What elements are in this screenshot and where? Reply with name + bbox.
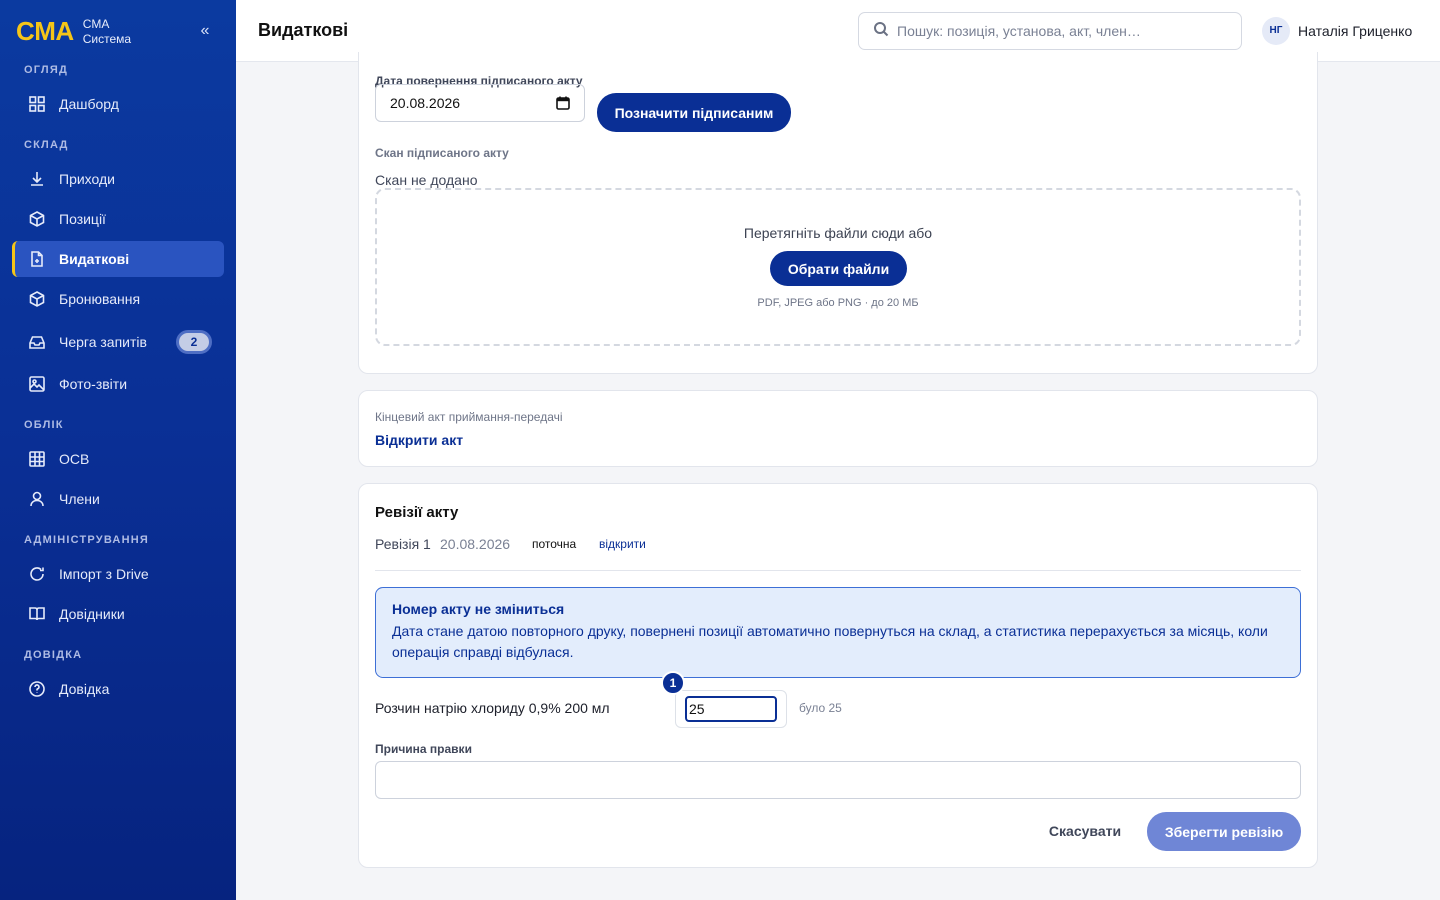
sidebar-item-label: Позиції bbox=[59, 211, 106, 227]
sidebar-item-osv[interactable]: ОСВ bbox=[12, 441, 224, 477]
page-title: Видаткові bbox=[258, 20, 349, 40]
signed-act-card: Дата повернення підписаного акту 20.08.2… bbox=[358, 52, 1318, 374]
reason-label: Причина правки bbox=[375, 742, 472, 756]
refresh-icon bbox=[28, 565, 46, 583]
return-date-input[interactable]: 20.08.2026 bbox=[375, 84, 585, 122]
brand-line-2: Система bbox=[82, 31, 132, 46]
search-input[interactable] bbox=[897, 23, 1227, 39]
sidebar-item-receipts[interactable]: Приходи bbox=[12, 161, 224, 197]
mark-signed-button[interactable]: Позначити підписаним bbox=[597, 93, 791, 132]
sidebar-item-expense[interactable]: Видаткові bbox=[12, 241, 224, 277]
brand-line-1: CMA bbox=[82, 16, 110, 31]
revision-status: поточна bbox=[532, 537, 577, 551]
search-icon bbox=[873, 21, 889, 42]
sidebar: CMA CMA Система « ОГЛЯД Дашборд СКЛАД Пр… bbox=[0, 0, 236, 900]
sidebar-item-booking[interactable]: Бронювання bbox=[12, 281, 224, 317]
sidebar-item-label: ОСВ bbox=[59, 451, 90, 467]
dropzone-text: Перетягніть файли сюди або bbox=[743, 225, 933, 241]
revision-name: Ревізія 1 bbox=[375, 536, 431, 552]
final-act-label: Кінцевий акт приймання-передачі bbox=[375, 410, 563, 424]
cancel-button[interactable]: Скасувати bbox=[1035, 812, 1135, 850]
document-icon bbox=[28, 250, 46, 268]
sidebar-item-positions[interactable]: Позиції bbox=[12, 201, 224, 237]
table-icon bbox=[28, 450, 46, 468]
box-icon bbox=[28, 210, 46, 228]
section-label-accounting: ОБЛІК bbox=[24, 419, 64, 431]
sidebar-item-directories[interactable]: Довідники bbox=[12, 596, 224, 632]
user-name: Наталія Гриценко bbox=[1298, 23, 1413, 39]
user-icon bbox=[28, 490, 46, 508]
download-icon bbox=[28, 170, 46, 188]
book-icon bbox=[28, 605, 46, 623]
image-icon bbox=[28, 375, 46, 393]
section-label-warehouse: СКЛАД bbox=[24, 139, 69, 151]
section-label-overview: ОГЛЯД bbox=[24, 64, 68, 76]
sidebar-item-request-queue[interactable]: Черга запитів 2 bbox=[12, 324, 224, 360]
scan-status: Скан не додано bbox=[375, 172, 478, 188]
item-name: Розчин натрію хлориду 0,9% 200 мл bbox=[375, 700, 610, 716]
info-notice: Номер акту не зміниться Дата стане датою… bbox=[375, 587, 1301, 678]
open-act-link[interactable]: Відкрити акт bbox=[375, 432, 463, 448]
dropzone-hint: PDF, JPEG або PNG · до 20 МБ bbox=[757, 297, 919, 309]
brand-logo: CMA bbox=[16, 16, 74, 46]
reason-input[interactable] bbox=[375, 761, 1301, 799]
brand[interactable]: CMA CMA Система bbox=[16, 16, 131, 47]
queue-count-badge: 2 bbox=[176, 330, 212, 354]
collapse-sidebar-button[interactable]: « bbox=[196, 22, 214, 40]
open-revision-link[interactable]: відкрити bbox=[599, 537, 646, 551]
sidebar-item-label: Імпорт з Drive bbox=[59, 566, 149, 582]
quantity-field-wrapper bbox=[675, 690, 787, 728]
sidebar-item-label: Приходи bbox=[59, 171, 115, 187]
choose-files-button[interactable]: Обрати файли bbox=[770, 251, 907, 286]
sidebar-item-label: Бронювання bbox=[59, 291, 141, 307]
previous-quantity: було 25 bbox=[799, 701, 842, 715]
quantity-input[interactable] bbox=[685, 696, 777, 722]
box-icon bbox=[28, 290, 46, 308]
sidebar-item-label: Черга запитів bbox=[59, 334, 147, 350]
revision-row: Ревізія 1 20.08.2026 поточна відкрити bbox=[375, 536, 1301, 571]
sidebar-item-label: Довідка bbox=[59, 681, 110, 697]
final-act-card: Кінцевий акт приймання-передачі Відкрити… bbox=[358, 390, 1318, 467]
section-label-administration: АДМІНІСТРУВАННЯ bbox=[24, 534, 149, 546]
inbox-icon bbox=[28, 333, 46, 351]
sidebar-item-label: Довідники bbox=[59, 606, 125, 622]
calendar-icon[interactable] bbox=[556, 96, 570, 110]
help-icon bbox=[28, 680, 46, 698]
sidebar-item-import-drive[interactable]: Імпорт з Drive bbox=[12, 556, 224, 592]
user-menu[interactable]: НГ Наталія Гриценко bbox=[1262, 17, 1412, 45]
sidebar-item-photo-reports[interactable]: Фото-звіти bbox=[12, 366, 224, 402]
revisions-title: Ревізії акту bbox=[375, 504, 459, 521]
avatar: НГ bbox=[1262, 17, 1290, 45]
sidebar-item-label: Члени bbox=[59, 491, 100, 507]
sidebar-item-label: Фото-звіти bbox=[59, 376, 128, 392]
info-body: Дата стане датою повторного друку, повер… bbox=[392, 623, 1268, 660]
info-title: Номер акту не зміниться bbox=[392, 601, 565, 617]
scan-label: Скан підписаного акту bbox=[375, 146, 509, 160]
file-dropzone[interactable]: Перетягніть файли сюди або Обрати файли … bbox=[375, 188, 1301, 346]
return-date-value: 20.08.2026 bbox=[390, 95, 461, 111]
revisions-card: Ревізії акту Ревізія 1 20.08.2026 поточн… bbox=[358, 483, 1318, 868]
sidebar-item-dashboard[interactable]: Дашборд bbox=[12, 86, 224, 122]
step-badge: 1 bbox=[661, 671, 685, 695]
sidebar-item-label: Дашборд bbox=[59, 96, 119, 112]
section-label-help: ДОВІДКА bbox=[24, 649, 83, 661]
save-revision-button[interactable]: Зберегти ревізію bbox=[1147, 812, 1301, 851]
sidebar-item-members[interactable]: Члени bbox=[12, 481, 224, 517]
grid-icon bbox=[28, 95, 46, 113]
sidebar-item-help[interactable]: Довідка bbox=[12, 671, 224, 707]
sidebar-item-label: Видаткові bbox=[59, 251, 130, 267]
revision-date: 20.08.2026 bbox=[440, 536, 511, 552]
search-box[interactable] bbox=[858, 12, 1242, 50]
